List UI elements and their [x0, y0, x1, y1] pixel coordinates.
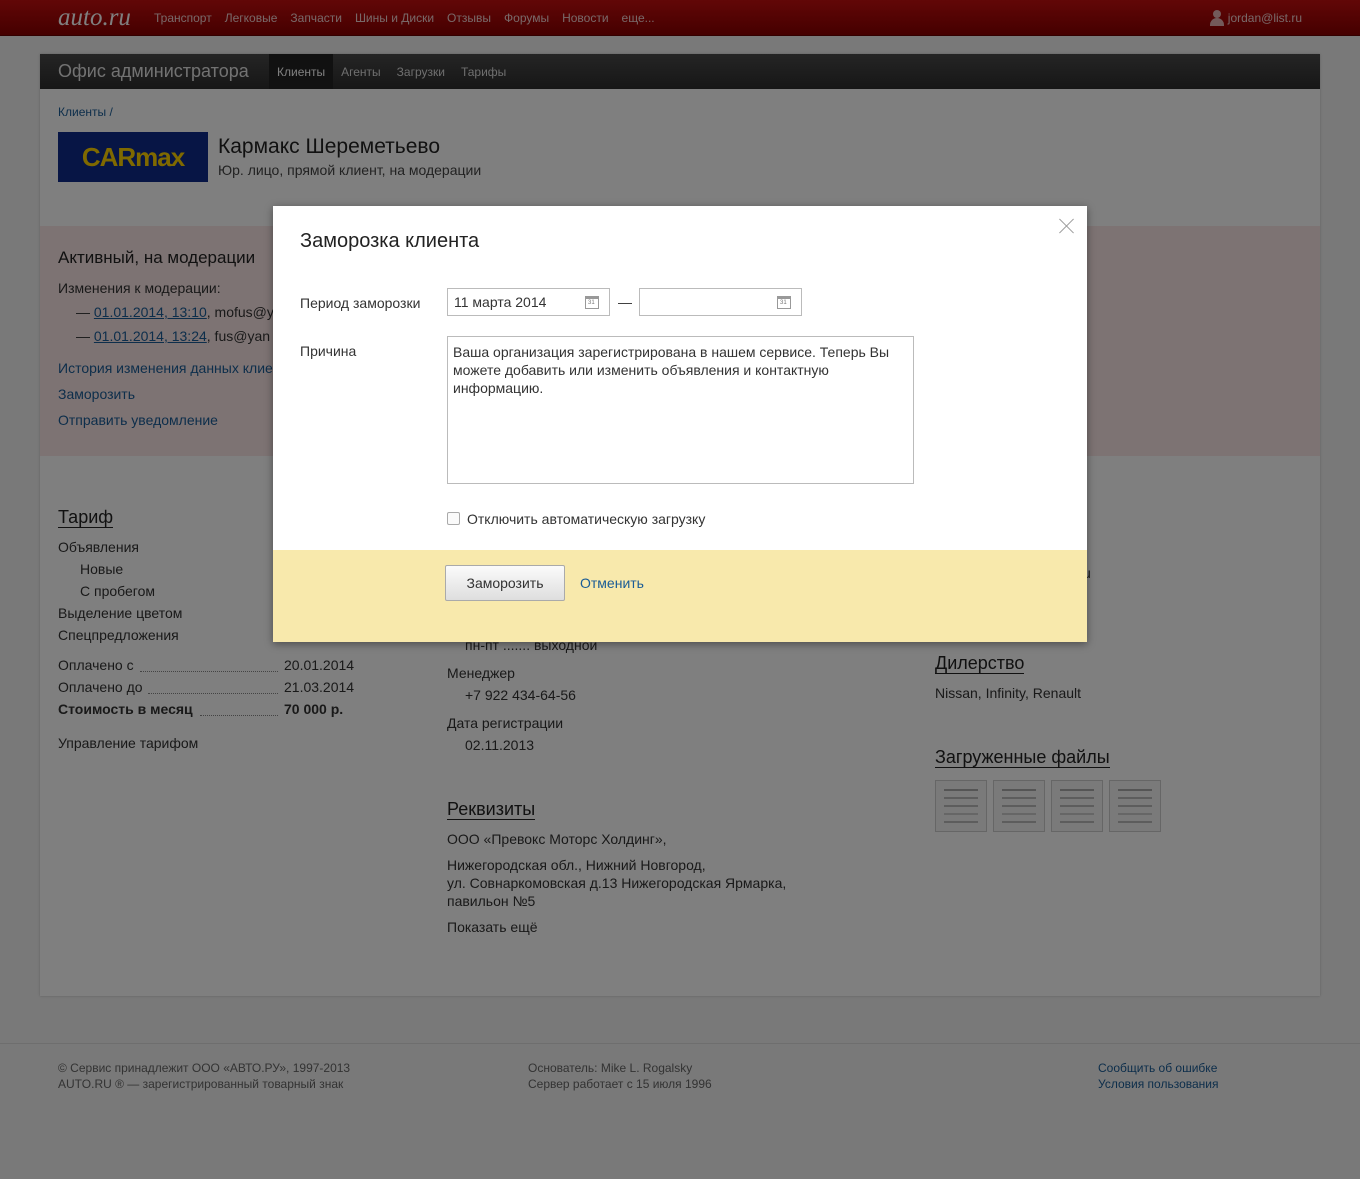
calendar-icon[interactable] — [777, 296, 791, 309]
calendar-icon[interactable] — [585, 296, 599, 309]
freeze-dialog: Заморозка клиента Период заморозки 11 ма… — [273, 206, 1087, 642]
cancel-link[interactable]: Отменить — [580, 575, 644, 591]
close-icon[interactable] — [1059, 218, 1075, 234]
date-from-value: 11 марта 2014 — [454, 294, 547, 310]
date-from-input[interactable]: 11 марта 2014 — [447, 288, 610, 316]
date-separator: — — [618, 294, 632, 310]
dialog-footer: Заморозить Отменить — [273, 550, 1087, 642]
dialog-title: Заморозка клиента — [300, 230, 480, 252]
disable-autoload-checkbox[interactable] — [447, 512, 460, 525]
disable-autoload-label[interactable]: Отключить автоматическую загрузку — [467, 511, 705, 527]
date-to-input[interactable] — [639, 288, 802, 316]
reason-textarea[interactable]: Ваша организация зарегистрирована в наше… — [447, 336, 914, 484]
freeze-button[interactable]: Заморозить — [445, 565, 565, 601]
reason-label: Причина — [300, 343, 357, 359]
period-label: Период заморозки — [300, 295, 421, 311]
